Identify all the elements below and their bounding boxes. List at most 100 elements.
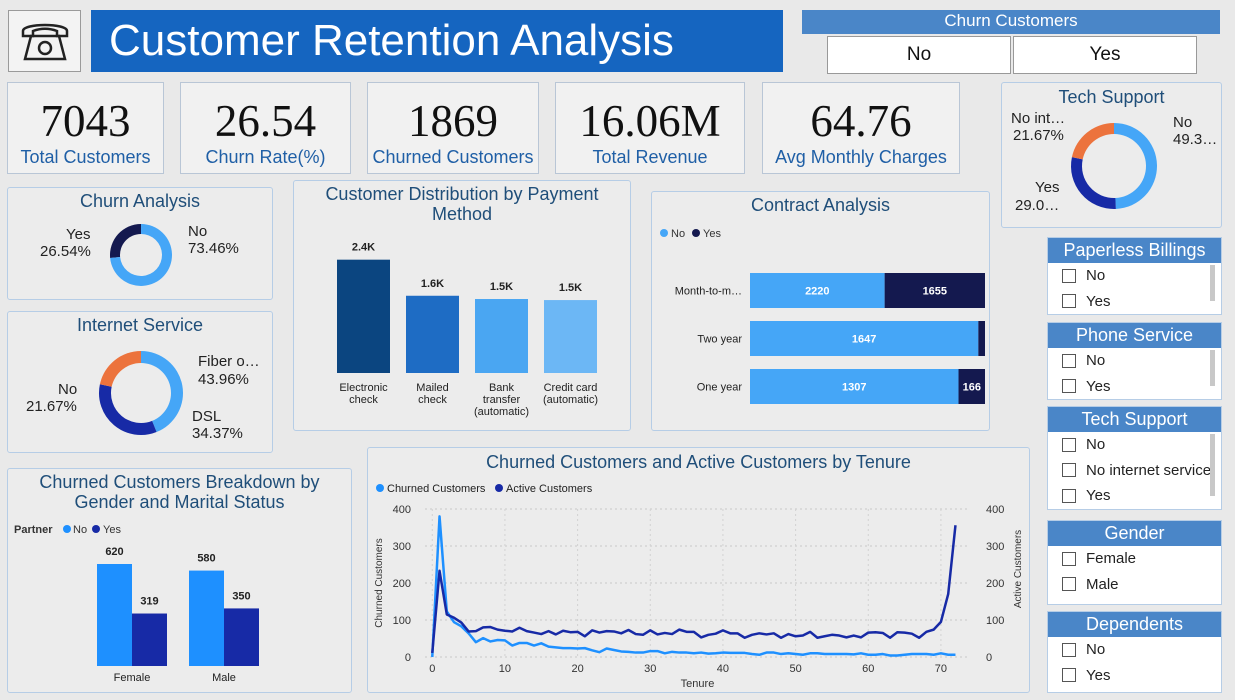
kpi-label: Total Revenue xyxy=(592,147,708,167)
scrollbar[interactable] xyxy=(1210,434,1215,496)
slicer-title: Paperless Billings xyxy=(1048,238,1221,263)
tech-no-label: No xyxy=(1173,114,1193,131)
tech-noint-label: No int… xyxy=(1011,110,1066,127)
legend-active-label: Active Customers xyxy=(506,483,593,495)
slicer-item-label: Yes xyxy=(1086,666,1111,684)
checkbox[interactable] xyxy=(1062,577,1076,592)
contract-category-label: Two year xyxy=(697,334,742,346)
internet-fiber-value: 43.96% xyxy=(198,371,249,388)
tech-no-value: 49.3… xyxy=(1173,131,1218,148)
gender-bar xyxy=(189,570,224,666)
checkbox[interactable] xyxy=(1062,379,1076,394)
gender-bar-label: 319 xyxy=(140,596,158,608)
contract-bar-yes xyxy=(978,321,985,356)
slicer-title: Dependents xyxy=(1048,612,1221,637)
payment-category-label: transfer xyxy=(483,394,521,406)
y-tick-right: 0 xyxy=(986,652,992,664)
slicer-item[interactable]: No xyxy=(1048,637,1221,663)
slicer-item[interactable]: Male xyxy=(1048,572,1221,598)
x-tick: 0 xyxy=(429,663,435,675)
tech-noint-value: 21.67% xyxy=(1013,127,1064,144)
churn-yes-label: Yes xyxy=(66,226,91,243)
active-series-line xyxy=(431,525,957,654)
slicer-paperless-billing: Paperless Billings No Yes xyxy=(1047,237,1222,315)
contract-analysis-card: Contract Analysis No Yes Month-to-m… 2220 16… xyxy=(651,191,990,431)
y-axis-label-left: Churned Customers xyxy=(374,538,385,627)
gender-bar xyxy=(97,564,132,666)
legend-churned-label: Churned Customers xyxy=(387,483,486,495)
slicer-item-label: No xyxy=(1086,352,1106,369)
slicer-item[interactable]: Yes xyxy=(1048,374,1221,400)
kpi-churn-rate: 26.54 Churn Rate(%) xyxy=(180,82,351,174)
y-tick-left: 400 xyxy=(393,504,411,516)
tech-support-card: Tech Support No int… 21.67% No 49.3… Yes… xyxy=(1001,82,1222,228)
slicer-phone-service: Phone Service No Yes xyxy=(1047,322,1222,400)
legend-yes-label: Yes xyxy=(103,524,121,536)
payment-category-label: Bank xyxy=(489,382,515,394)
payment-method-card: Customer Distribution by Payment Method … xyxy=(293,180,631,431)
checkbox[interactable] xyxy=(1062,268,1076,283)
legend-no-label: No xyxy=(73,524,87,536)
checkbox[interactable] xyxy=(1062,294,1076,309)
kpi-value: 7043 xyxy=(40,96,131,146)
scrollbar[interactable] xyxy=(1210,265,1215,301)
checkbox[interactable] xyxy=(1062,668,1076,683)
y-tick-left: 100 xyxy=(393,615,411,627)
payment-bar-label: 1.5K xyxy=(559,282,582,294)
payment-category-label: Credit card xyxy=(544,382,598,394)
gender-bar-label: 580 xyxy=(197,553,215,565)
churn-no-label: No xyxy=(188,223,208,240)
slicer-item[interactable]: Yes xyxy=(1048,483,1221,509)
x-tick: 60 xyxy=(862,663,874,675)
checkbox[interactable] xyxy=(1062,551,1076,566)
legend-yes-label: Yes xyxy=(703,228,721,240)
gender-bar-label: 350 xyxy=(232,590,250,602)
slicer-item[interactable]: No xyxy=(1048,348,1221,374)
checkbox[interactable] xyxy=(1062,353,1076,368)
slicer-item[interactable]: Yes xyxy=(1048,289,1221,315)
checkbox[interactable] xyxy=(1062,437,1076,452)
slicer-item[interactable]: No xyxy=(1048,432,1221,458)
checkbox[interactable] xyxy=(1062,642,1076,657)
slicer-gender: Gender Female Male xyxy=(1047,520,1222,605)
gender-category-label: Male xyxy=(212,672,236,684)
scrollbar[interactable] xyxy=(1210,350,1215,386)
churn-yes-button[interactable]: Yes xyxy=(1013,36,1197,74)
kpi-churned-customers: 1869 Churned Customers xyxy=(367,82,539,174)
tenure-line-chart: Churned Customers Active Customers0 0100 10… xyxy=(374,483,1024,690)
contract-no-value: 1307 xyxy=(842,382,866,394)
tech-yes-label: Yes xyxy=(1035,179,1060,196)
x-axis-label: Tenure xyxy=(681,678,715,690)
payment-bar xyxy=(406,295,459,373)
gender-category-label: Female xyxy=(114,672,151,684)
churn-yes-value: 26.54% xyxy=(40,243,91,260)
y-axis-label-right: Active Customers xyxy=(1013,530,1024,608)
slicer-item[interactable]: No xyxy=(1048,263,1221,289)
y-tick-left: 200 xyxy=(393,578,411,590)
contract-no-value: 2220 xyxy=(805,286,829,298)
slicer-item[interactable]: Yes xyxy=(1048,663,1221,689)
checkbox[interactable] xyxy=(1062,463,1076,478)
slicer-item[interactable]: No internet service xyxy=(1048,458,1221,484)
contract-yes-value: 1655 xyxy=(923,286,947,298)
slicer-dependents: Dependents No Yes xyxy=(1047,611,1222,693)
internet-service-card: Internet Service Fiber o… 43.96% DSL 34.… xyxy=(7,311,273,453)
slicer-item-label: Yes xyxy=(1086,377,1111,395)
checkbox[interactable] xyxy=(1062,488,1076,503)
y-tick-right: 400 xyxy=(986,504,1004,516)
churn-no-value: 73.46% xyxy=(188,240,239,257)
internet-no-value: 21.67% xyxy=(26,398,77,415)
churn-no-button[interactable]: No xyxy=(827,36,1011,74)
kpi-label: Avg Monthly Charges xyxy=(775,147,947,167)
contract-yes-value: 166 xyxy=(963,382,981,394)
payment-category-label: check xyxy=(349,394,378,406)
slicer-item[interactable]: Female xyxy=(1048,546,1221,572)
payment-category-label: (automatic) xyxy=(474,406,529,418)
legend-no-label: No xyxy=(671,228,685,240)
gender-bar xyxy=(132,613,167,666)
payment-category-label: check xyxy=(418,394,447,406)
x-tick: 20 xyxy=(571,663,583,675)
slicer-item-label: Yes xyxy=(1086,292,1111,310)
churn-analysis-card: Churn Analysis Yes 26.54% No 73.46% xyxy=(7,187,273,300)
slicer-item-label: No xyxy=(1086,267,1106,284)
